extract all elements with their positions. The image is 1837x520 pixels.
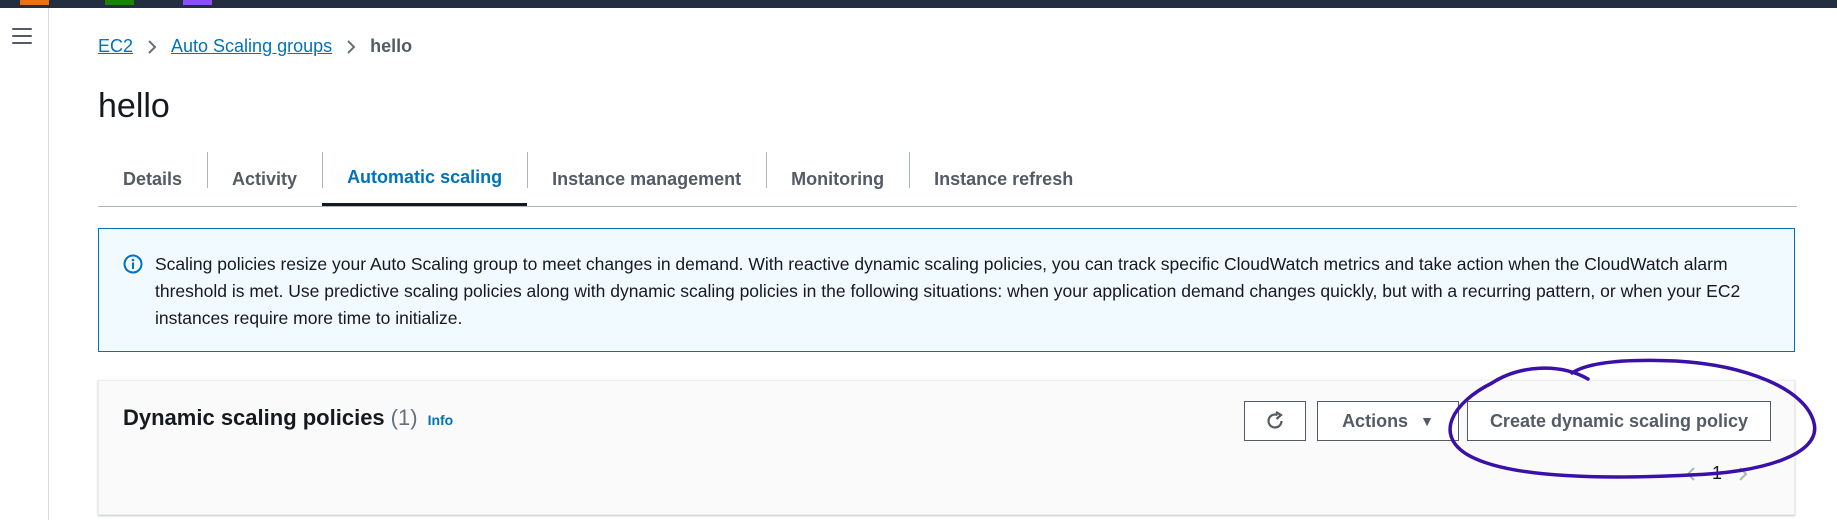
info-link[interactable]: Info bbox=[428, 412, 454, 428]
panel-title: Dynamic scaling policies bbox=[123, 405, 385, 430]
service-color-marker bbox=[20, 0, 49, 5]
chevron-right-icon[interactable] bbox=[1736, 464, 1750, 484]
top-navigation-bar bbox=[0, 0, 1837, 8]
breadcrumb-current: hello bbox=[370, 36, 413, 56]
breadcrumb-ec2-link[interactable]: EC2 bbox=[98, 36, 133, 57]
side-navigation bbox=[0, 8, 49, 520]
chevron-right-icon bbox=[145, 38, 159, 56]
actions-label: Actions bbox=[1342, 410, 1409, 431]
tab-instance-refresh[interactable]: Instance refresh bbox=[909, 152, 1098, 206]
alert-text: Scaling policies resize your Auto Scalin… bbox=[155, 254, 1741, 328]
breadcrumb: EC2 Auto Scaling groups hello bbox=[98, 36, 412, 57]
refresh-button[interactable] bbox=[1244, 401, 1306, 441]
create-dynamic-scaling-policy-button[interactable]: Create dynamic scaling policy bbox=[1467, 401, 1771, 441]
tab-instance-management[interactable]: Instance management bbox=[527, 152, 766, 206]
menu-icon[interactable] bbox=[12, 28, 32, 48]
pagination: 1 bbox=[1684, 463, 1750, 484]
policy-count: (1) bbox=[390, 405, 418, 430]
tab-bar: Details Activity Automatic scaling Insta… bbox=[98, 152, 1797, 207]
breadcrumb-auto-scaling-groups-link[interactable]: Auto Scaling groups bbox=[171, 36, 332, 57]
chevron-left-icon[interactable] bbox=[1684, 464, 1698, 484]
tab-details[interactable]: Details bbox=[98, 152, 207, 206]
page-title: hello bbox=[98, 87, 170, 125]
service-color-marker bbox=[105, 0, 134, 5]
dynamic-scaling-policies-panel: Dynamic scaling policies (1) Info Action… bbox=[98, 380, 1795, 515]
tab-automatic-scaling[interactable]: Automatic scaling bbox=[322, 152, 528, 206]
actions-dropdown-button[interactable]: Actions ▼ bbox=[1317, 401, 1459, 441]
tab-monitoring[interactable]: Monitoring bbox=[766, 152, 909, 206]
page-number[interactable]: 1 bbox=[1712, 463, 1722, 484]
service-color-marker bbox=[183, 0, 212, 5]
caret-down-icon: ▼ bbox=[1420, 413, 1434, 429]
panel-header: Dynamic scaling policies (1) Info bbox=[123, 405, 453, 431]
refresh-icon bbox=[1267, 411, 1283, 429]
create-label: Create dynamic scaling policy bbox=[1489, 410, 1749, 431]
info-alert: Scaling policies resize your Auto Scalin… bbox=[98, 228, 1795, 352]
info-icon bbox=[123, 254, 143, 274]
chevron-right-icon bbox=[344, 38, 358, 56]
tab-activity[interactable]: Activity bbox=[207, 152, 322, 206]
